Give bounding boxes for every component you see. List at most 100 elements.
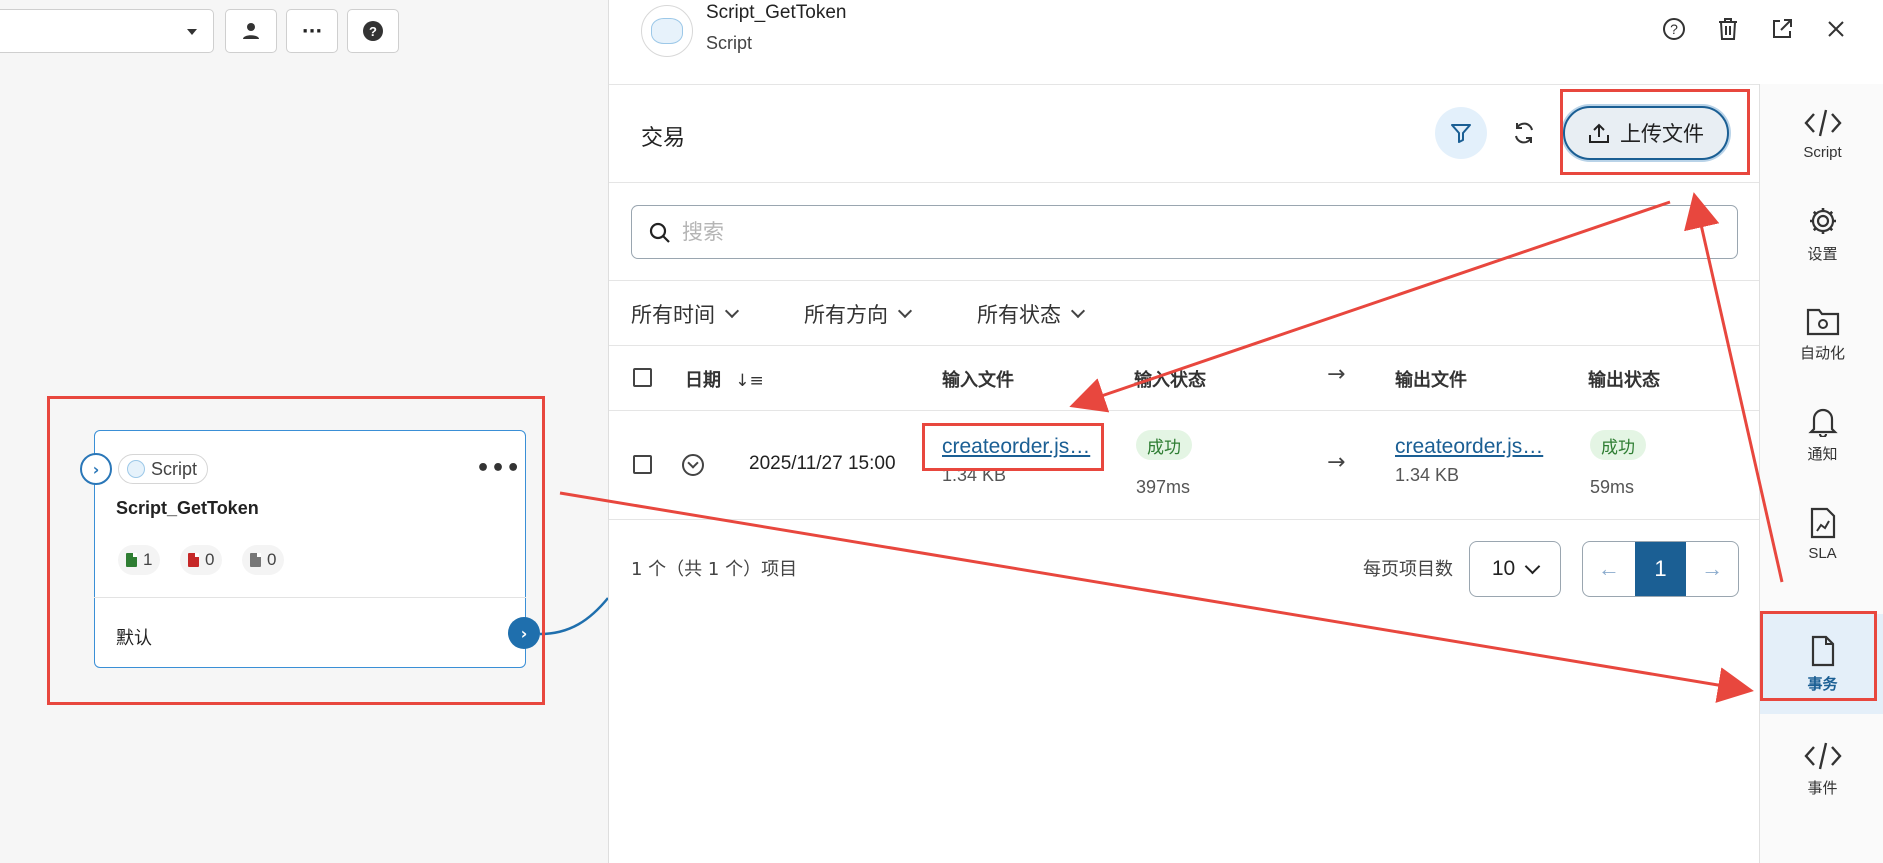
table-header-divider — [609, 410, 1759, 411]
row-date: 2025/11/27 15:00 — [749, 453, 896, 474]
bell-icon — [1807, 408, 1838, 437]
prev-page-button[interactable]: ← — [1583, 542, 1635, 596]
more-icon: ··· — [301, 20, 323, 42]
output-status-badge: 成功 — [1590, 430, 1646, 460]
more-button[interactable]: ··· — [286, 9, 338, 53]
node-stat-error: 0 — [180, 545, 223, 575]
chevron-right-icon: › — [92, 459, 100, 479]
node-footer-label: 默认 — [116, 628, 152, 649]
script-logo-icon — [127, 460, 145, 478]
th-output-file: 输出文件 — [1395, 370, 1467, 391]
select-all-checkbox[interactable] — [633, 368, 652, 387]
filter-button[interactable] — [1435, 107, 1487, 159]
transactions-panel: Script_GetToken Script ? 交易 上传文件 所有时间 所有… — [608, 0, 1883, 863]
page-button-current[interactable]: 1 — [1634, 542, 1687, 596]
search-divider — [609, 280, 1759, 281]
help-button[interactable]: ? — [347, 9, 399, 53]
refresh-button[interactable] — [1505, 114, 1543, 152]
gear-icon — [1809, 207, 1836, 234]
upload-icon — [1589, 123, 1609, 143]
direction-arrow-icon: → — [1327, 450, 1346, 475]
filter-time-dropdown[interactable]: 所有时间 — [631, 299, 740, 329]
flow-canvas[interactable]: ··· ? › Script ••• Script_GetToken 1 0 0… — [0, 0, 609, 863]
help-circle-icon[interactable]: ? — [1659, 14, 1689, 44]
input-status-badge: 成功 — [1136, 430, 1192, 460]
input-file-size: 1.34 KB — [942, 465, 1007, 485]
help-icon: ? — [363, 21, 383, 41]
section-title: 交易 — [641, 126, 686, 151]
close-icon[interactable] — [1821, 14, 1851, 44]
per-page-select[interactable]: 10 — [1469, 541, 1561, 597]
node-title: Script_GetToken — [116, 498, 259, 518]
table-bottom-divider — [609, 519, 1759, 520]
output-file-size: 1.34 KB — [1395, 465, 1460, 485]
node-type-label: Script — [151, 458, 198, 479]
arrow-left-icon: ← — [1597, 556, 1620, 581]
search-box[interactable] — [631, 205, 1738, 259]
next-page-button[interactable]: → — [1686, 542, 1738, 596]
node-divider — [94, 597, 526, 598]
rail-item-automation[interactable]: 自动化 — [1760, 284, 1883, 384]
script-logo — [641, 5, 693, 57]
filter-direction-dropdown[interactable]: 所有方向 — [804, 299, 913, 329]
trash-icon[interactable] — [1713, 14, 1743, 44]
per-page-label: 每页项目数 — [1363, 559, 1453, 580]
output-file-link[interactable]: createorder.js… — [1395, 435, 1543, 459]
output-duration: 59ms — [1590, 477, 1635, 497]
th-date[interactable]: 日期 ↓≡ — [685, 366, 764, 392]
th-input-file: 输入文件 — [942, 370, 1014, 391]
th-input-status: 输入状态 — [1134, 370, 1206, 391]
code-icon — [1803, 742, 1842, 769]
file-icon — [1811, 635, 1834, 666]
chevron-down-icon — [724, 303, 740, 319]
pager: ← 1 → — [1582, 541, 1739, 597]
user-icon — [243, 23, 259, 39]
rail-item-sla[interactable]: SLA — [1760, 484, 1883, 584]
filter-status-dropdown[interactable]: 所有状态 — [977, 299, 1086, 329]
chevron-down-icon — [897, 303, 913, 319]
node-type-tag: Script — [118, 454, 209, 484]
rail-item-settings[interactable]: 设置 — [1760, 184, 1883, 284]
document-chart-icon — [1810, 507, 1835, 538]
refresh-icon — [1515, 122, 1533, 144]
node-stat-success: 1 — [118, 545, 161, 575]
search-icon — [649, 222, 670, 243]
upload-file-label: 上传文件 — [1620, 122, 1704, 146]
side-rail: Script 设置 自动化 通知 SLA 事务 事件 — [1759, 84, 1883, 863]
table-top-divider — [609, 345, 1759, 346]
node-connector-line — [539, 597, 609, 636]
node-input-handle[interactable]: › — [80, 453, 112, 485]
rail-item-script[interactable]: Script — [1760, 84, 1883, 184]
rail-item-events[interactable]: 事件 — [1760, 719, 1883, 819]
node-more-icon[interactable]: ••• — [476, 456, 521, 481]
input-file-link[interactable]: createorder.js… — [942, 435, 1090, 459]
chevron-down-icon — [1524, 558, 1541, 574]
file-icon — [250, 553, 261, 567]
caret-down-icon — [187, 29, 197, 35]
external-link-icon[interactable] — [1767, 14, 1797, 44]
user-button[interactable] — [225, 9, 277, 53]
panel-title: Script_GetToken — [706, 2, 847, 23]
code-icon — [1803, 109, 1842, 136]
chevron-right-icon: › — [520, 623, 528, 643]
rail-item-notify[interactable]: 通知 — [1760, 384, 1883, 484]
node-stat-pending: 0 — [242, 545, 285, 575]
folder-gear-icon — [1806, 308, 1839, 335]
upload-file-button[interactable]: 上传文件 — [1563, 106, 1729, 160]
row-output-file-cell: createorder.js… 1.34 KB — [1395, 435, 1543, 486]
search-input[interactable] — [682, 214, 1682, 250]
input-duration: 397ms — [1136, 477, 1191, 497]
svg-text:?: ? — [1670, 21, 1678, 37]
row-input-file-cell: createorder.js… 1.34 KB — [942, 435, 1090, 486]
row-checkbox[interactable] — [633, 455, 652, 474]
expand-row-icon[interactable] — [682, 454, 704, 476]
filter-icon — [1451, 124, 1471, 143]
file-check-icon — [126, 553, 137, 567]
arrow-right-icon: → — [1701, 556, 1724, 581]
file-error-icon — [188, 553, 199, 567]
rail-item-transactions[interactable]: 事务 — [1760, 614, 1883, 714]
header-divider — [609, 84, 1759, 85]
toolbar-select[interactable] — [0, 9, 214, 53]
panel-subtitle: Script — [706, 33, 753, 53]
th-output-status: 输出状态 — [1588, 370, 1660, 391]
